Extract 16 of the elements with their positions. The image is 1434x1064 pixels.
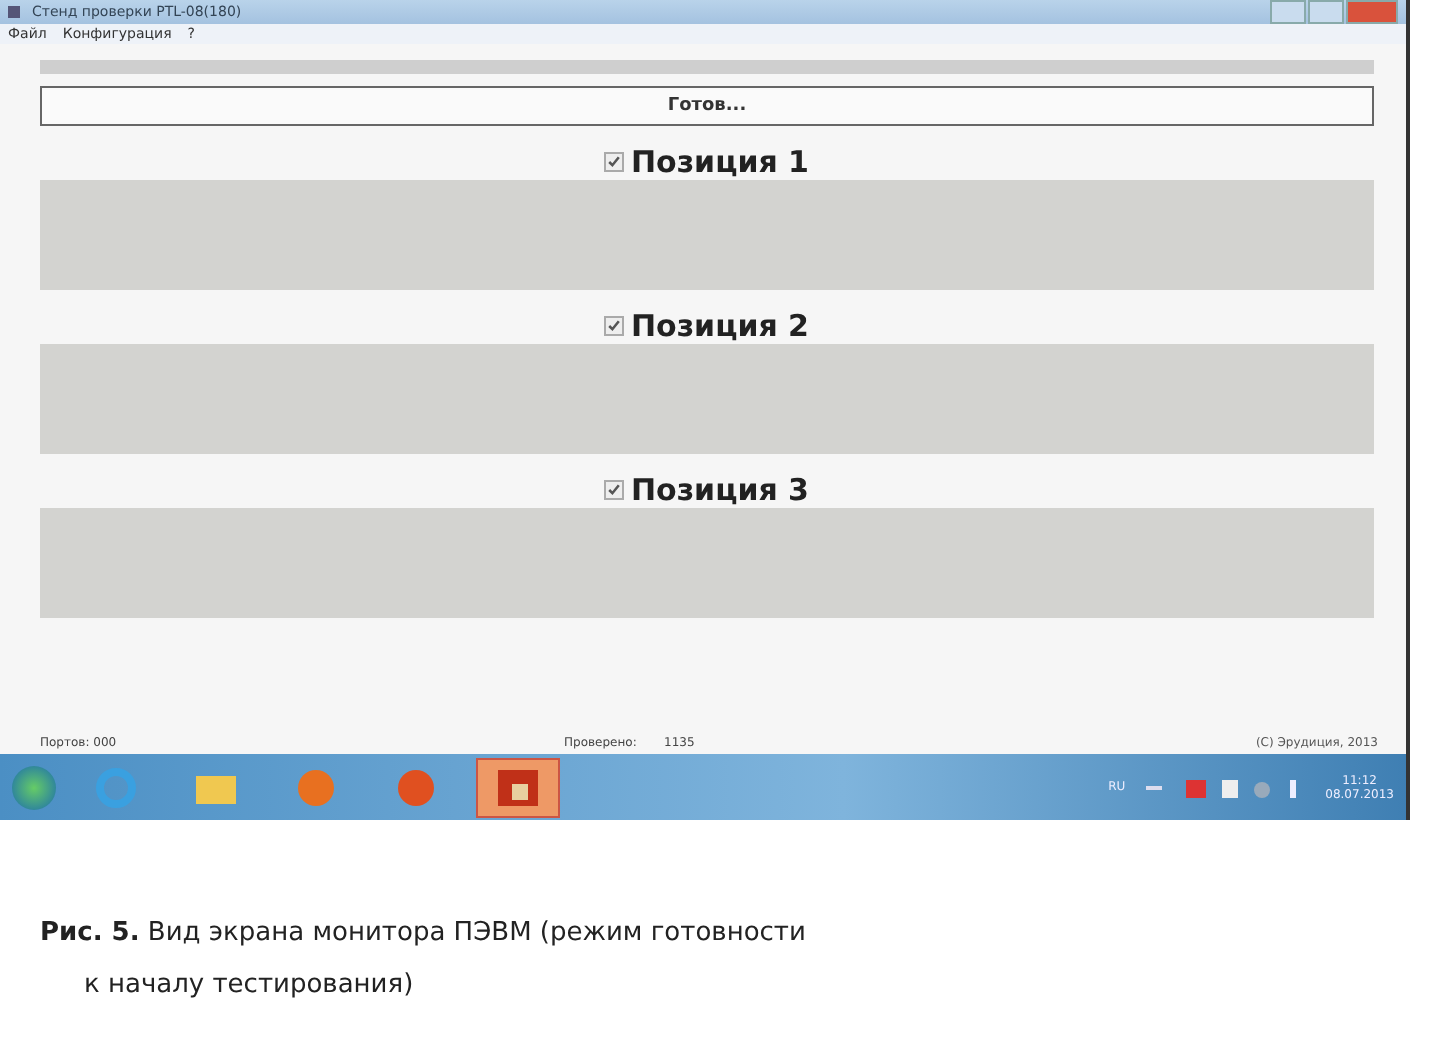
figure-caption: Рис. 5. Вид экрана монитора ПЭВМ (режим готовности [40, 916, 808, 952]
position-label: Позиция 3 [630, 472, 809, 508]
close-button[interactable] [1346, 0, 1398, 24]
minimize-button[interactable] [1270, 0, 1306, 24]
position-label: Позиция 2 [630, 308, 809, 344]
position-label: Позиция 1 [630, 144, 809, 180]
app-taskbar-button[interactable] [476, 757, 560, 817]
checkbox[interactable] [604, 152, 625, 172]
app-icon [8, 6, 20, 18]
status-button[interactable]: Готов... [40, 86, 1374, 126]
maximize-button[interactable] [1308, 0, 1344, 24]
start-button[interactable] [12, 765, 56, 809]
checkbox[interactable] [604, 480, 625, 500]
app-icon [496, 767, 540, 807]
figure-caption: к началу тестирования) [82, 968, 416, 1004]
checkbox[interactable] [604, 316, 625, 336]
